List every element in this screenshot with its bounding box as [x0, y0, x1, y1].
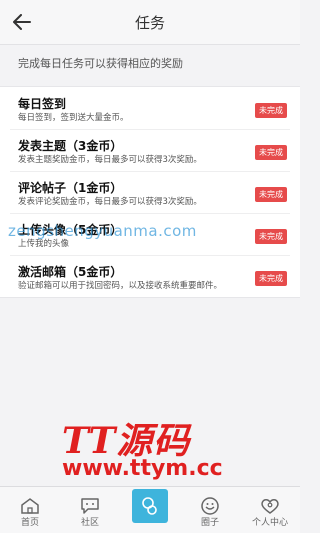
task-list: 每日签到 每日签到，签到送大量金币。 未完成 发表主题（3金币） 发表主题奖励金…	[0, 86, 300, 298]
task-hint: 完成每日任务可以获得相应的奖励	[0, 45, 300, 81]
watermark-text: zengshengyuanma.com	[8, 222, 197, 240]
task-item[interactable]: 发表主题（3金币） 发表主题奖励金币，每日最多可以获得3次奖励。 未完成	[0, 129, 300, 171]
task-item[interactable]: 评论帖子（1金币） 发表评论奖励金币，每日最多可以获得3次奖励。 未完成	[0, 171, 300, 213]
add-post-icon	[132, 489, 168, 523]
tab-label: 个人中心	[251, 518, 288, 528]
task-desc: 发表评论奖励金币，每日最多可以获得3次奖励。	[18, 197, 202, 207]
task-desc: 发表主题奖励金币，每日最多可以获得3次奖励。	[18, 155, 202, 165]
tab-community[interactable]: 社区	[60, 487, 120, 533]
task-desc: 每日签到，签到送大量金币。	[18, 113, 129, 123]
task-item[interactable]: 每日签到 每日签到，签到送大量金币。 未完成	[0, 87, 300, 129]
tab-circle[interactable]: 圈子	[180, 487, 240, 533]
page-title: 任务	[134, 13, 165, 32]
status-badge[interactable]: 未完成	[255, 187, 287, 202]
tab-label: 首页	[20, 518, 39, 528]
heart-user-icon	[259, 495, 281, 517]
tab-profile[interactable]: 个人中心	[240, 487, 300, 533]
status-badge[interactable]: 未完成	[255, 145, 287, 160]
status-badge[interactable]: 未完成	[255, 271, 287, 286]
top-bar: 任务	[0, 0, 300, 45]
circle-icon	[199, 495, 221, 517]
tab-home[interactable]: 首页	[0, 487, 60, 533]
chat-icon	[79, 495, 101, 517]
tab-label: 圈子	[200, 518, 219, 528]
task-item[interactable]: 激活邮箱（5金币） 验证邮箱可以用于找回密码，以及接收系统重要邮件。 未完成	[0, 255, 300, 297]
tab-label: 社区	[80, 518, 99, 528]
arrow-left-icon	[13, 14, 31, 30]
home-icon	[19, 495, 41, 517]
watermark-url: www.ttym.cc	[62, 456, 223, 481]
bottom-tab-bar: 首页 社区 圈子 个人中心	[0, 486, 300, 533]
task-desc: 验证邮箱可以用于找回密码，以及接收系统重要邮件。	[18, 281, 223, 291]
tab-post[interactable]	[120, 487, 180, 533]
status-badge[interactable]: 未完成	[255, 103, 287, 118]
back-button[interactable]	[8, 8, 36, 36]
status-badge[interactable]: 未完成	[255, 229, 287, 244]
